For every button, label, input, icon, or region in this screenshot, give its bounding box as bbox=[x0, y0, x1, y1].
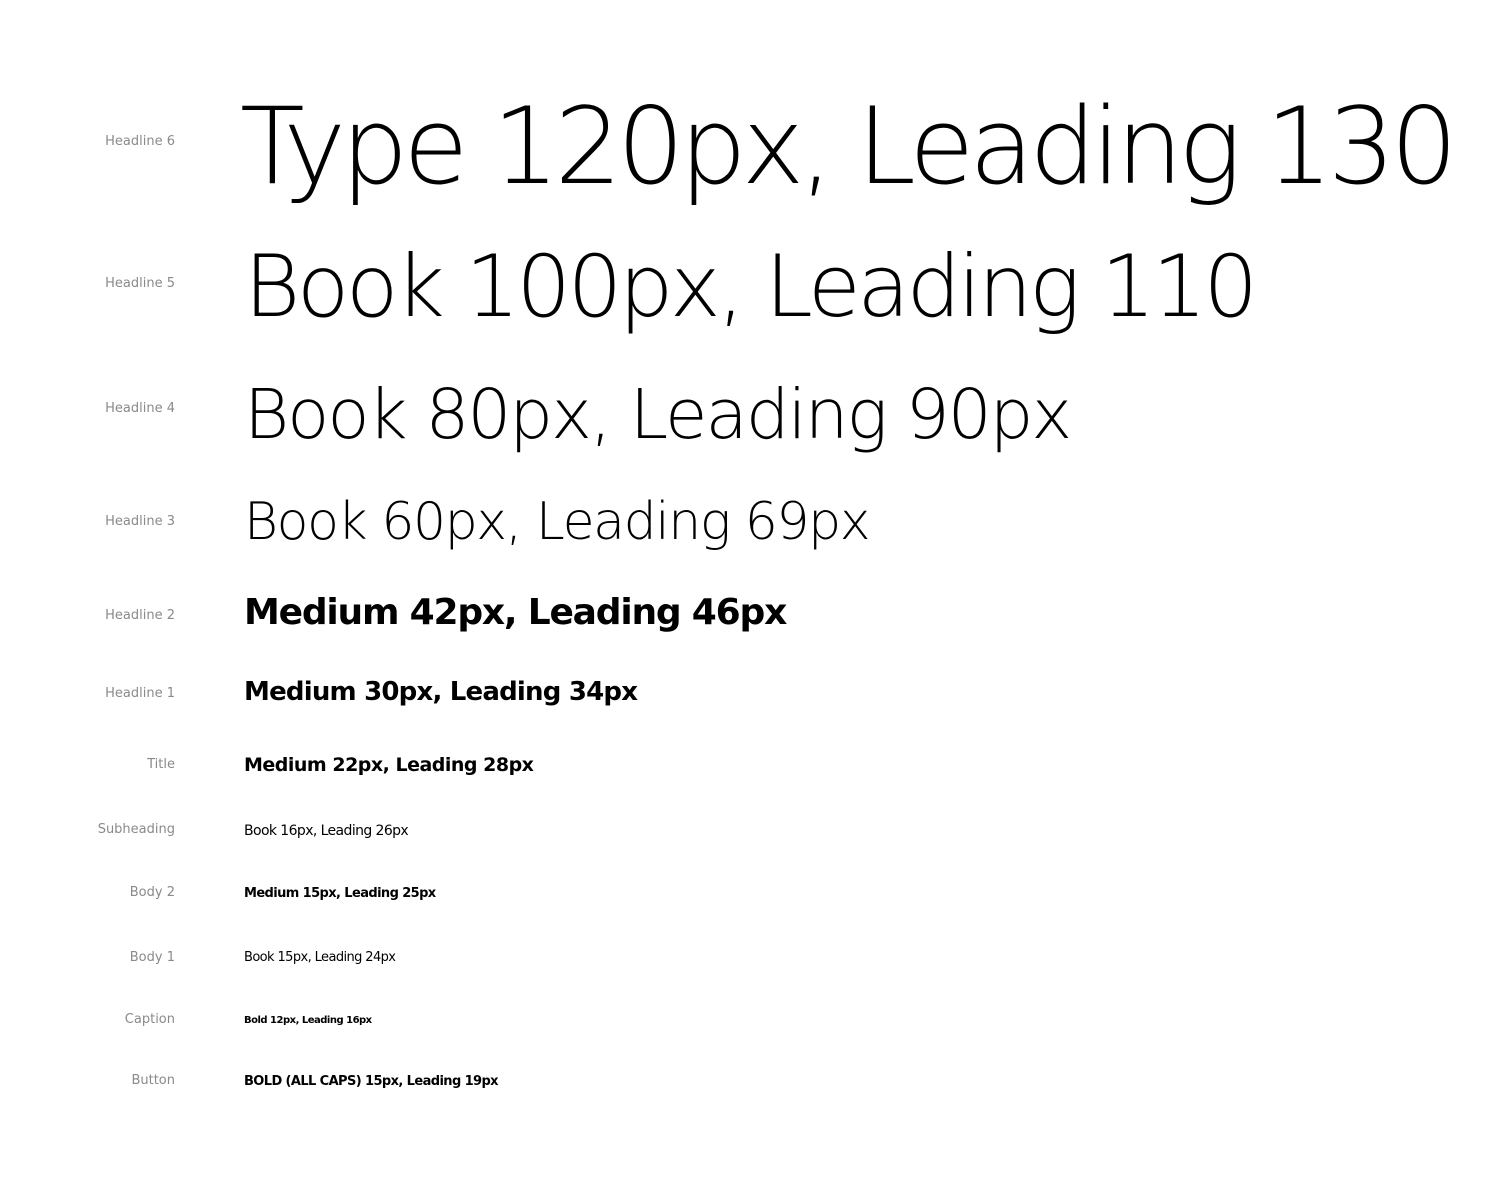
style-label: Button bbox=[131, 1073, 175, 1088]
style-label: Headline 2 bbox=[105, 608, 175, 623]
type-sample: Medium 15px, Leading 25px bbox=[244, 886, 436, 901]
type-sample: Bold 12px, Leading 16px bbox=[244, 1015, 372, 1026]
type-sample: Book 15px, Leading 24px bbox=[244, 950, 396, 965]
style-label: Headline 1 bbox=[105, 686, 175, 701]
type-sample: BOLD (ALL CAPS) 15px, Leading 19px bbox=[244, 1074, 499, 1089]
type-sample: Book 100px, Leading 110 bbox=[244, 237, 1258, 337]
style-label: Body 1 bbox=[129, 950, 175, 965]
style-label: Headline 4 bbox=[105, 401, 175, 416]
style-label: Title bbox=[147, 757, 175, 772]
type-sample: Medium 30px, Leading 34px bbox=[244, 677, 638, 707]
type-sample: Book 60px, Leading 69px bbox=[244, 492, 871, 552]
type-sample: Type 120px, Leading 130 bbox=[240, 85, 1458, 208]
type-sample: Medium 22px, Leading 28px bbox=[244, 754, 534, 776]
style-label: Headline 3 bbox=[105, 514, 175, 529]
style-label: Headline 5 bbox=[105, 276, 175, 291]
type-sample: Medium 42px, Leading 46px bbox=[244, 592, 787, 633]
style-label: Headline 6 bbox=[105, 134, 175, 149]
style-label: Subheading bbox=[97, 822, 175, 837]
type-sample: Book 80px, Leading 90px bbox=[244, 375, 1072, 455]
style-label: Caption bbox=[124, 1012, 175, 1027]
style-label: Body 2 bbox=[129, 885, 175, 900]
type-sample: Book 16px, Leading 26px bbox=[244, 823, 409, 839]
